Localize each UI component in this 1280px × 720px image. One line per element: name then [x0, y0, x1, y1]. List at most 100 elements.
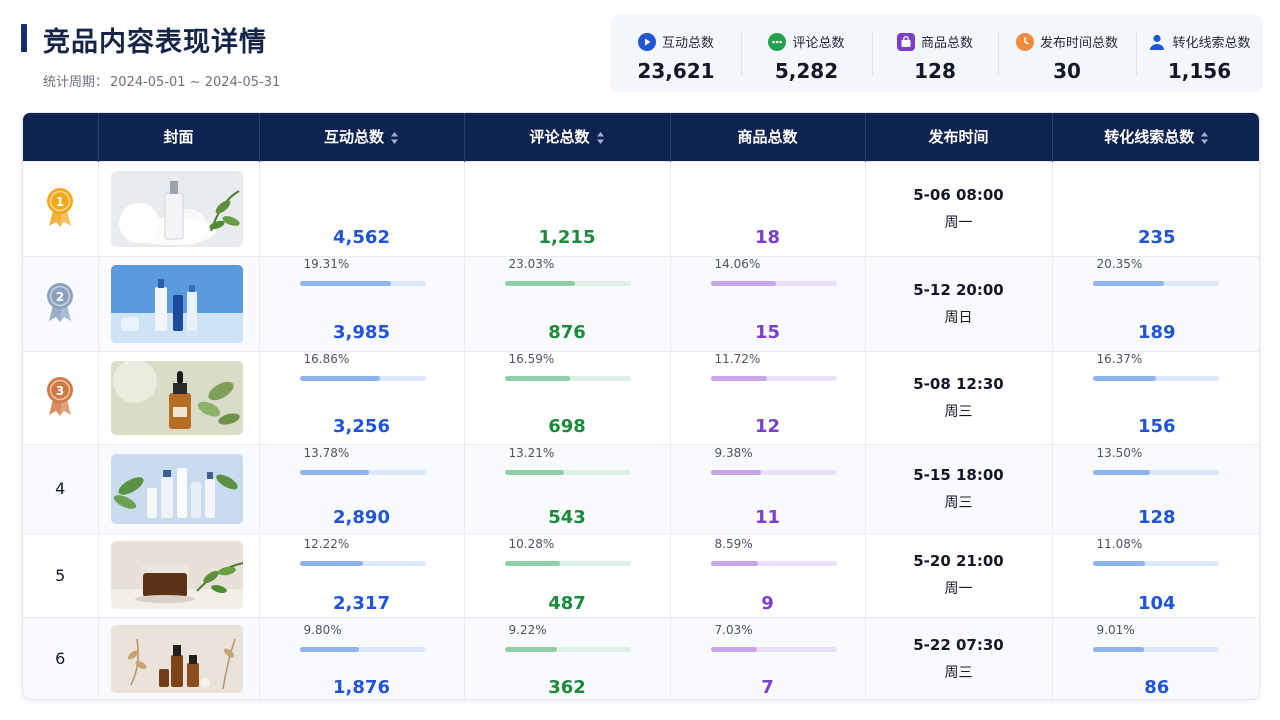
product-value: 11 — [754, 506, 781, 528]
cover-cell[interactable] — [98, 533, 260, 617]
column-header-product: 商品总数 — [670, 113, 866, 161]
table-header-row: 封面 互动总数 评论总数 商品总数 发布时间 转化线索总数 — [23, 113, 1259, 161]
product-cell: 11 8.59% — [670, 444, 866, 566]
column-header-lead-label: 转化线索总数 — [1104, 128, 1195, 147]
sort-icon[interactable] — [390, 131, 399, 145]
summary-product-label: 商品总数 — [920, 36, 973, 51]
cover-cell[interactable] — [98, 161, 260, 256]
product-cell: 15 11.72% — [670, 256, 866, 381]
lead-cell: 128 11.08% — [1052, 444, 1259, 566]
sort-icon[interactable] — [596, 131, 605, 145]
product-cell: 9 7.03% — [670, 533, 866, 652]
cover-thumbnail[interactable] — [110, 624, 243, 693]
interact-value: 4,562 — [333, 226, 390, 248]
product-cell: 7 5.47% — [670, 617, 866, 699]
interact-value: 2,317 — [333, 593, 390, 614]
column-header-cover: 封面 — [98, 113, 260, 161]
interact-value: 1,876 — [333, 676, 390, 698]
medal-icon: 1 — [45, 187, 75, 232]
rank-number: 5 — [55, 565, 66, 585]
table-row[interactable]: 6 1,876 7.95% 362 6.85% 7 5.47% 5-22 07:… — [23, 617, 1259, 699]
publish-weekday: 周三 — [944, 664, 973, 681]
product-value: 7 — [761, 676, 774, 698]
lead-value: 156 — [1137, 415, 1176, 437]
summary-lead-value: 1,156 — [1167, 59, 1232, 83]
comment-value: 1,215 — [538, 226, 596, 248]
lead-value: 235 — [1137, 226, 1176, 248]
stat-period-label: 统计周期： — [43, 75, 109, 90]
comment-value: 876 — [548, 321, 586, 343]
product-value: 12 — [754, 415, 781, 437]
column-header-interact[interactable]: 互动总数 — [259, 113, 465, 161]
publish-date: 5-08 12:30 — [913, 374, 1004, 393]
lead-value: 86 — [1144, 676, 1170, 698]
comment-value: 362 — [548, 676, 586, 698]
cover-cell[interactable] — [98, 444, 260, 533]
comment-cell: 1,215 23.03% — [464, 161, 671, 286]
table-row[interactable]: 2 3,985 16.86% 876 16.59% 15 11.72% 5-12… — [23, 256, 1259, 381]
lead-value: 128 — [1137, 506, 1176, 528]
lead-cell: 86 7.45% — [1052, 617, 1259, 699]
summary-lead-label: 转化线索总数 — [1172, 36, 1251, 51]
cover-thumbnail[interactable] — [110, 453, 243, 524]
interact-cell: 4,562 19.31% — [259, 161, 465, 286]
cover-thumbnail[interactable] — [110, 360, 243, 435]
publish-time-cell: 5-06 08:00 周一 — [865, 161, 1053, 256]
cover-thumbnail[interactable] — [110, 264, 243, 343]
medal-icon: 2 — [45, 282, 75, 327]
table-row[interactable]: 4 2,890 12.22% 543 10.28% 11 8.59% 5-15 … — [23, 444, 1259, 566]
comment-value: 543 — [548, 506, 586, 528]
column-header-comment-label: 评论总数 — [529, 128, 590, 147]
cover-cell[interactable] — [98, 617, 260, 699]
publish-weekday: 周三 — [944, 403, 973, 420]
summary-product-value: 128 — [914, 59, 956, 83]
product-value: 15 — [754, 321, 781, 343]
clock-icon — [1015, 32, 1034, 51]
column-header-publish: 发布时间 — [865, 113, 1053, 161]
interact-cell: 3,985 16.86% — [259, 256, 465, 381]
column-header-comment[interactable]: 评论总数 — [464, 113, 671, 161]
publish-date: 5-22 07:30 — [913, 635, 1004, 654]
product-cell: 18 14.06% — [670, 161, 866, 286]
cover-thumbnail[interactable] — [110, 541, 243, 609]
rank-number: 4 — [55, 479, 66, 498]
page-title: 竞品内容表现详情 — [43, 27, 267, 58]
cover-thumbnail[interactable] — [110, 170, 243, 247]
summary-panel: 互动总数 23,621 评论总数 5,282 商品总数 128 发布时间总数 3… — [611, 15, 1263, 92]
column-header-lead[interactable]: 转化线索总数 — [1052, 113, 1259, 161]
publish-time-cell: 5-22 07:30 周三 — [865, 617, 1053, 699]
summary-interact: 互动总数 23,621 — [611, 15, 741, 92]
comment-value: 698 — [548, 415, 586, 437]
table-row[interactable]: 3 3,256 13.78% 698 13.21% 12 9.38% 5-08 … — [23, 351, 1259, 475]
play-icon — [637, 32, 656, 51]
summary-comment-value: 5,282 — [774, 59, 839, 83]
rank-cell: 5 — [23, 533, 99, 617]
cover-cell[interactable] — [98, 256, 260, 351]
summary-lead: 转化线索总数 1,156 — [1136, 15, 1263, 92]
product-cell: 12 9.38% — [670, 351, 866, 475]
lead-cell: 156 13.50% — [1052, 351, 1259, 475]
table-row[interactable]: 5 2,317 9.80% 487 9.22% 9 7.03% 5-20 21:… — [23, 533, 1259, 652]
publish-date: 5-15 18:00 — [913, 465, 1004, 484]
publish-time-cell: 5-08 12:30 周三 — [865, 351, 1053, 444]
user-icon — [1148, 33, 1166, 51]
interact-cell: 3,256 13.78% — [259, 351, 465, 475]
summary-publish-label: 发布时间总数 — [1039, 36, 1118, 51]
cover-cell[interactable] — [98, 351, 260, 444]
svg-text:3: 3 — [56, 384, 64, 398]
interact-value: 2,890 — [333, 506, 390, 528]
summary-publish-value: 30 — [1053, 59, 1081, 83]
summary-publish: 发布时间总数 30 — [998, 15, 1136, 92]
medal-icon: 3 — [45, 376, 75, 421]
interact-cell: 2,890 12.22% — [259, 444, 465, 566]
comment-cell: 487 9.22% — [464, 533, 671, 652]
rank-cell: 4 — [23, 444, 99, 533]
summary-comment-label: 评论总数 — [792, 36, 845, 51]
summary-comment: 评论总数 5,282 — [741, 15, 872, 92]
publish-weekday: 周一 — [944, 581, 973, 597]
table-row[interactable]: 1 4,562 19.31% 1,215 23.03% 18 14.06% 5-… — [23, 161, 1259, 286]
comment-cell: 543 10.28% — [464, 444, 671, 566]
rank-cell: 2 — [23, 256, 99, 351]
rank-number: 6 — [55, 649, 66, 669]
sort-icon[interactable] — [1200, 131, 1209, 145]
